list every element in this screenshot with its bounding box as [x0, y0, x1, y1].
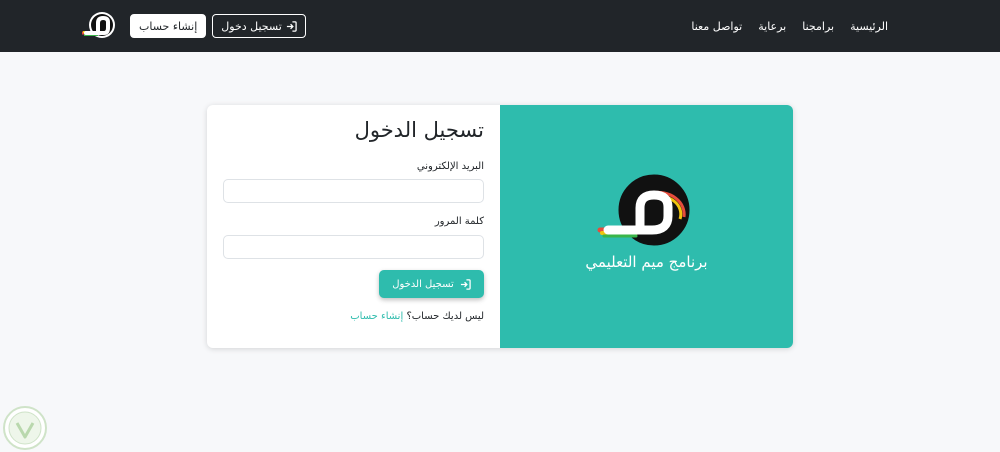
signup-link[interactable]: إنشاء حساب	[350, 311, 403, 322]
brand-name: برنامج ميم التعليمي	[585, 253, 708, 271]
login-submit-button[interactable]: تسجيل الدخول	[379, 270, 484, 298]
no-account-text: ليس لديك حساب؟	[406, 311, 484, 322]
signup-prompt: ليس لديك حساب؟ إنشاء حساب	[350, 311, 484, 322]
nav-actions: إنشاء حساب تسجيل دخول	[80, 11, 306, 41]
login-nav-label: تسجيل دخول	[221, 19, 282, 33]
password-label: كلمة المرور	[434, 216, 484, 227]
nav-link-home[interactable]: الرئيسية	[850, 20, 888, 33]
nav-link-contact[interactable]: تواصل معنا	[691, 20, 742, 33]
sign-in-icon	[460, 278, 471, 290]
login-form: تسجيل الدخول البريد الإلكتروني كلمة المر…	[207, 105, 500, 348]
form-title: تسجيل الدخول	[354, 118, 484, 142]
meem-logo-icon[interactable]	[80, 11, 118, 41]
top-navbar: الرئيسية برامجنا برعاية تواصل معنا إنشاء…	[0, 0, 1000, 52]
brand-panel: برنامج ميم التعليمي	[500, 105, 793, 348]
meem-logo-large-icon	[597, 173, 691, 247]
password-field[interactable]	[223, 235, 484, 259]
login-nav-button[interactable]: تسجيل دخول	[212, 14, 306, 38]
main-nav: الرئيسية برامجنا برعاية تواصل معنا	[691, 0, 888, 52]
login-card: برنامج ميم التعليمي تسجيل الدخول البريد …	[207, 105, 793, 348]
login-submit-label: تسجيل الدخول	[392, 278, 454, 290]
email-label: البريد الإلكتروني	[416, 161, 484, 172]
email-field[interactable]	[223, 179, 484, 203]
nav-link-programs[interactable]: برامجنا	[802, 20, 834, 33]
nav-link-sponsors[interactable]: برعاية	[758, 20, 786, 33]
sign-in-icon	[286, 20, 297, 32]
signup-button[interactable]: إنشاء حساب	[130, 14, 207, 38]
watermark-logo-icon	[3, 406, 47, 450]
